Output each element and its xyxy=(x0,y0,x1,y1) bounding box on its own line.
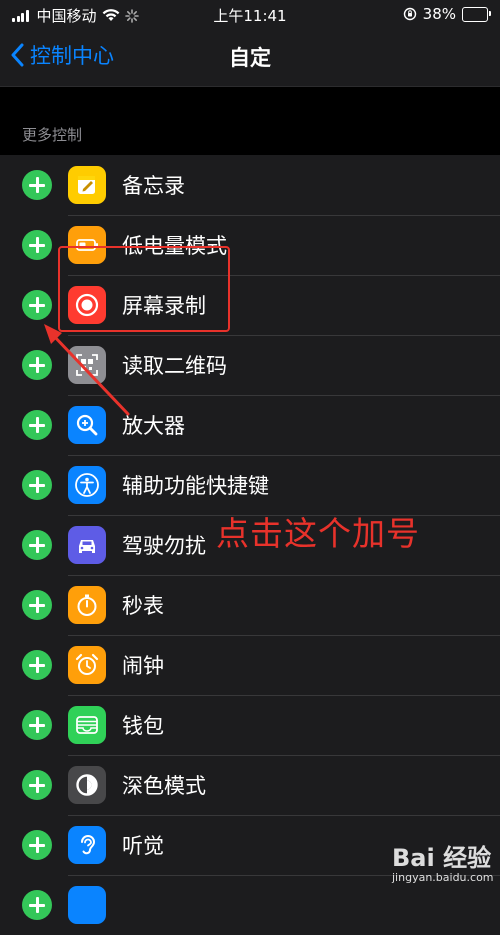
list-item-label: 屏幕录制 xyxy=(122,294,206,318)
battery-icon xyxy=(462,6,491,22)
list-item-label: 驾驶勿扰 xyxy=(122,534,206,558)
hearing-icon xyxy=(68,826,106,864)
list-item-label: 闹钟 xyxy=(122,654,164,678)
list-item-label: 辅助功能快捷键 xyxy=(122,474,269,498)
battery-icon xyxy=(68,226,106,264)
list-item: 屏幕录制 xyxy=(0,275,500,335)
add-control-button[interactable] xyxy=(22,770,52,800)
list-item-label: 听觉 xyxy=(122,834,164,858)
watermark-url: jingyan.baidu.com xyxy=(392,871,494,884)
list-item: 备忘录 xyxy=(0,155,500,215)
list-item: 闹钟 xyxy=(0,635,500,695)
back-button[interactable]: 控制中心 xyxy=(10,40,114,70)
list-item: 放大器 xyxy=(0,395,500,455)
list-item-label: 深色模式 xyxy=(122,774,206,798)
magnifier-icon xyxy=(68,406,106,444)
add-control-button[interactable] xyxy=(22,470,52,500)
add-control-button[interactable] xyxy=(22,350,52,380)
orientation-lock-icon xyxy=(403,7,416,21)
list-item: 深色模式 xyxy=(0,755,500,815)
car-icon xyxy=(68,526,106,564)
list-item: 辅助功能快捷键 xyxy=(0,455,500,515)
stopwatch-icon xyxy=(68,586,106,624)
add-control-button[interactable] xyxy=(22,650,52,680)
wallet-icon xyxy=(68,706,106,744)
add-control-button[interactable] xyxy=(22,710,52,740)
notes-icon xyxy=(68,166,106,204)
list-item: 秒表 xyxy=(0,575,500,635)
list-item-label: 读取二维码 xyxy=(122,354,227,378)
add-control-button[interactable] xyxy=(22,530,52,560)
qr-code-icon xyxy=(68,346,106,384)
more-controls-list: 备忘录 低电量模式 屏幕录制 读取二维码 放大器 辅助功能快捷键 驾驶勿扰 秒表… xyxy=(0,155,500,935)
battery-percentage: 38% xyxy=(422,5,456,23)
add-control-button[interactable] xyxy=(22,290,52,320)
list-item-label: 放大器 xyxy=(122,414,185,438)
partial-icon xyxy=(68,886,106,924)
section-header: 更多控制 xyxy=(22,126,83,144)
list-item: 低电量模式 xyxy=(0,215,500,275)
watermark-logo: Bai 经验 xyxy=(392,844,492,872)
add-control-button[interactable] xyxy=(22,890,52,920)
add-control-button[interactable] xyxy=(22,590,52,620)
list-item: 读取二维码 xyxy=(0,335,500,395)
add-control-button[interactable] xyxy=(22,830,52,860)
add-control-button[interactable] xyxy=(22,170,52,200)
back-button-label: 控制中心 xyxy=(30,44,114,68)
list-item-label: 备忘录 xyxy=(122,174,185,198)
list-item-label: 秒表 xyxy=(122,594,164,618)
list-item: 钱包 xyxy=(0,695,500,755)
alarm-icon xyxy=(68,646,106,684)
screen-record-icon xyxy=(68,286,106,324)
list-item: 驾驶勿扰 xyxy=(0,515,500,575)
list-item xyxy=(0,875,500,935)
baidu-jingyan-watermark: Bai 经验 jingyan.baidu.com xyxy=(392,838,494,884)
navigation-bar: 控制中心 自定 xyxy=(0,28,500,87)
add-control-button[interactable] xyxy=(22,410,52,440)
chevron-left-icon xyxy=(11,43,24,67)
dark-mode-icon xyxy=(68,766,106,804)
add-control-button[interactable] xyxy=(22,230,52,260)
list-item-label: 低电量模式 xyxy=(122,234,227,258)
status-bar: 中国移动 上午11:41 38% xyxy=(0,0,500,28)
list-item-label: 钱包 xyxy=(122,714,164,738)
accessibility-icon xyxy=(68,466,106,504)
